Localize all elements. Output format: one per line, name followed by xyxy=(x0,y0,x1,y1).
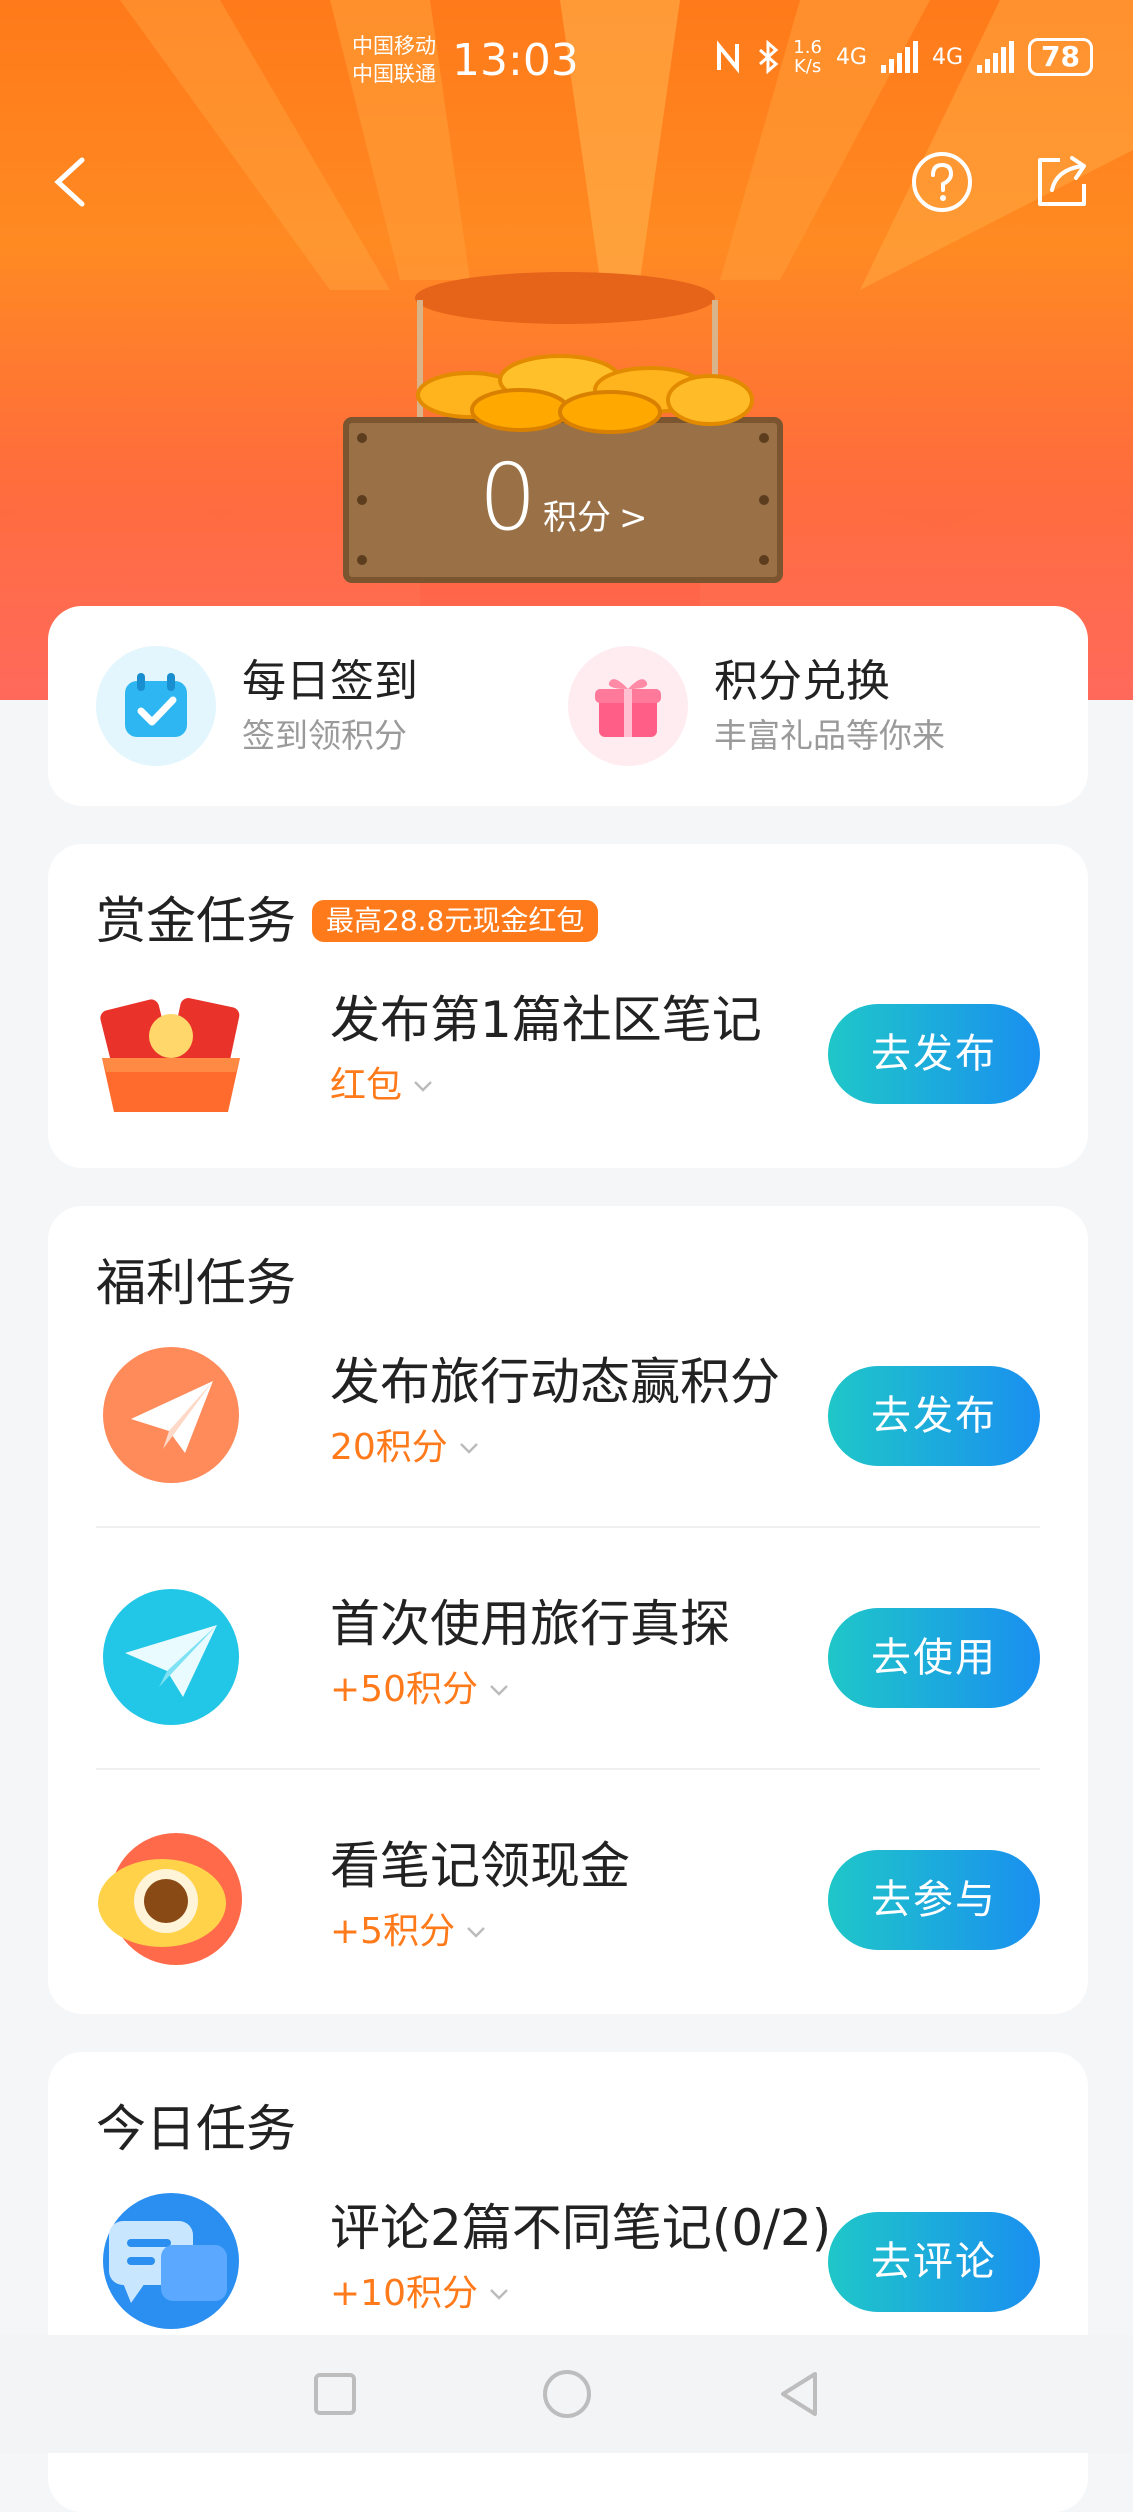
system-nav-bar xyxy=(0,2335,1133,2453)
task-reward-label: +10积分 xyxy=(330,2273,478,2314)
help-icon xyxy=(912,152,972,212)
share-button[interactable] xyxy=(1030,150,1094,214)
bounty-task-card: 赏金任务 最高28.8元现金红包 发布第1篇社区笔记 红包 去发布 xyxy=(48,844,1088,1168)
bounty-section-title: 赏金任务 最高28.8元现金红包 xyxy=(96,888,599,954)
task-title: 首次使用旅行真探 xyxy=(330,1595,730,1653)
task-reward-label: 红包 xyxy=(330,1065,403,1106)
nav-back-button[interactable] xyxy=(771,2366,827,2422)
task-reward-label: +5积分 xyxy=(330,1911,456,1952)
points-exchange-title: 积分兑换 xyxy=(714,656,890,707)
today-title: 今日任务 xyxy=(96,2100,296,2158)
gift-icon xyxy=(568,646,688,766)
task-reward[interactable]: +10积分 xyxy=(330,2270,510,2318)
red-envelope-icon xyxy=(96,982,246,1124)
network-1: 4G xyxy=(835,44,867,70)
bounty-title: 赏金任务 xyxy=(96,892,296,950)
eye-icon xyxy=(96,1828,246,1970)
points-exchange-entry[interactable]: 积分兑换 丰富礼品等你来 xyxy=(568,646,945,766)
net-speed: 1.6 K/s xyxy=(793,38,822,76)
network-2: 4G xyxy=(931,44,964,70)
daily-checkin-entry[interactable]: 每日签到 签到领积分 xyxy=(96,646,418,766)
chevron-down-icon xyxy=(490,2289,508,2300)
home-icon xyxy=(542,2370,591,2418)
signal-icon xyxy=(880,41,918,73)
status-bar: 中国移动 中国联通 13:03 1.6 K/s 4G 4G 78 xyxy=(0,28,1133,98)
task-row: 发布旅行动态赢积分 20积分 去发布 xyxy=(96,1320,1040,1510)
quick-entry-card: 每日签到 签到领积分 积分兑换 丰富礼品等你来 xyxy=(48,606,1088,806)
net-speed-value: 1.6 xyxy=(793,37,822,58)
home-button[interactable] xyxy=(539,2366,595,2422)
bounty-badge: 最高28.8元现金红包 xyxy=(312,900,599,942)
status-indicators: 1.6 K/s 4G 4G 78 xyxy=(713,38,1093,76)
back-nav-icon xyxy=(780,2372,817,2416)
battery-icon: 78 xyxy=(1028,38,1093,76)
welfare-title: 福利任务 xyxy=(96,1254,296,1312)
header-banner: 中国移动 中国联通 13:03 1.6 K/s 4G 4G 78 0 积分 > xyxy=(0,0,1133,700)
join-button[interactable]: 去参与 xyxy=(828,1850,1040,1950)
paper-plane-icon xyxy=(96,1344,246,1486)
task-title: 看笔记领现金 xyxy=(330,1837,630,1895)
points-exchange-subtitle: 丰富礼品等你来 xyxy=(714,716,945,755)
task-title: 评论2篇不同笔记(0/2) xyxy=(330,2199,832,2257)
publish-note-button[interactable]: 去发布 xyxy=(828,1004,1040,1104)
divider xyxy=(96,1526,1040,1528)
signal-icon-2 xyxy=(977,41,1015,73)
recent-apps-button[interactable] xyxy=(307,2366,363,2422)
carrier-names: 中国移动 中国联通 xyxy=(352,32,436,88)
chevron-down-icon xyxy=(490,1685,508,1696)
net-speed-unit: K/s xyxy=(793,56,822,77)
share-icon xyxy=(1038,156,1086,206)
back-icon xyxy=(54,157,85,207)
task-reward[interactable]: 20积分 xyxy=(330,1424,480,1472)
back-button[interactable] xyxy=(42,150,106,214)
carrier-1: 中国移动 xyxy=(352,34,436,58)
clock: 13:03 xyxy=(452,35,579,86)
recent-apps-icon xyxy=(313,2373,356,2415)
bluetooth-icon xyxy=(759,40,779,74)
help-button[interactable] xyxy=(910,150,974,214)
comment-button[interactable]: 去评论 xyxy=(828,2212,1040,2312)
chevron-down-icon xyxy=(459,1443,478,1454)
task-row: 发布第1篇社区笔记 红包 去发布 xyxy=(96,958,1040,1148)
welfare-task-card: 福利任务 发布旅行动态赢积分 20积分 去发布 首次使用旅行真探 +50积分 去… xyxy=(48,1206,1088,2014)
use-explorer-button[interactable]: 去使用 xyxy=(828,1608,1040,1708)
points-unit: 积分 xyxy=(543,498,612,538)
daily-checkin-subtitle: 签到领积分 xyxy=(242,716,407,755)
task-row: 看笔记领现金 +5积分 去参与 xyxy=(96,1804,1040,1994)
send-icon xyxy=(96,1586,246,1728)
daily-checkin-title: 每日签到 xyxy=(242,656,418,707)
task-row: 评论2篇不同笔记(0/2) +10积分 去评论 xyxy=(96,2166,1040,2356)
calendar-check-icon xyxy=(96,646,216,766)
comment-icon xyxy=(96,2190,246,2332)
task-title: 发布旅行动态赢积分 xyxy=(330,1353,780,1411)
nfc-icon xyxy=(717,40,740,74)
carrier-2: 中国联通 xyxy=(352,62,436,86)
chevron-down-icon xyxy=(414,1081,432,1092)
chevron-right-icon: > xyxy=(619,498,648,538)
task-title: 发布第1篇社区笔记 xyxy=(330,991,762,1049)
points-display[interactable]: 0 积分 > xyxy=(346,448,780,558)
chevron-down-icon xyxy=(467,1927,485,1938)
task-reward[interactable]: +5积分 xyxy=(330,1908,487,1956)
task-row: 首次使用旅行真探 +50积分 去使用 xyxy=(96,1562,1040,1752)
treasure-box xyxy=(343,354,783,583)
divider xyxy=(96,1768,1040,1770)
task-reward-label: +50积分 xyxy=(330,1669,478,1710)
task-reward[interactable]: 红包 xyxy=(330,1062,434,1110)
points-value: 0 xyxy=(478,444,538,551)
task-reward-label: 20积分 xyxy=(330,1427,448,1468)
task-reward[interactable]: +50积分 xyxy=(330,1666,510,1714)
publish-trip-button[interactable]: 去发布 xyxy=(828,1366,1040,1466)
